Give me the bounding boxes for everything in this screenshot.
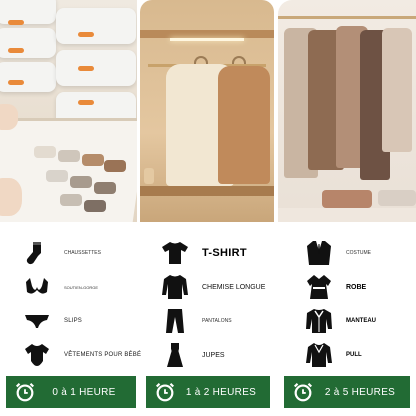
list-item: ROBE bbox=[304, 270, 366, 304]
item-label: ROBE bbox=[346, 283, 367, 291]
list-item: T-SHIRT bbox=[160, 236, 247, 270]
tshirt-icon bbox=[160, 238, 190, 268]
list-item: PANTALONS bbox=[160, 304, 232, 338]
sweater-icon bbox=[304, 340, 334, 370]
trousers-icon bbox=[160, 306, 190, 336]
list-item: JUPES bbox=[160, 338, 225, 372]
list-item: SLIPS bbox=[22, 304, 82, 338]
robe-icon bbox=[304, 272, 334, 302]
list-item: CHAUSSETTES bbox=[22, 236, 101, 270]
wardrobe-photo bbox=[140, 0, 274, 222]
alarm-clock-icon bbox=[12, 379, 38, 405]
sock-icon bbox=[22, 238, 52, 268]
item-label: CHEMISE LONGUE bbox=[202, 283, 266, 291]
time-label: 1 à 2 HEURES bbox=[185, 386, 257, 398]
bra-icon bbox=[22, 272, 52, 302]
long-sleeve-shirt-icon bbox=[160, 272, 190, 302]
time-button-1-2h[interactable]: 1 à 2 HEURES bbox=[146, 376, 270, 408]
item-label: T-SHIRT bbox=[202, 247, 247, 259]
list-item: MANTEAU bbox=[304, 304, 376, 338]
alarm-clock-icon bbox=[290, 379, 316, 405]
item-label: JUPES bbox=[202, 351, 225, 359]
coat-icon bbox=[304, 306, 334, 336]
time-button-2-5h[interactable]: 2 à 5 HEURES bbox=[284, 376, 410, 408]
item-label: VÊTEMENTS POUR BÉBÉ bbox=[64, 352, 142, 358]
time-label: 0 à 1 HEURE bbox=[52, 386, 116, 398]
list-item: COSTUME bbox=[304, 236, 371, 270]
item-label: PULL bbox=[346, 352, 362, 358]
item-label: SLIPS bbox=[64, 318, 83, 324]
item-label: CHAUSSETTES bbox=[64, 250, 101, 256]
closet-photo bbox=[278, 0, 416, 222]
skirt-dress-icon bbox=[160, 340, 190, 370]
list-item: CHEMISE LONGUE bbox=[160, 270, 265, 304]
list-item: VÊTEMENTS POUR BÉBÉ bbox=[22, 338, 141, 372]
briefs-icon bbox=[22, 306, 52, 336]
item-label: SOUTIEN-GORGE bbox=[64, 284, 99, 290]
list-item: PULL bbox=[304, 338, 362, 372]
alarm-clock-icon bbox=[152, 379, 178, 405]
storage-drawers-photo bbox=[0, 0, 137, 222]
item-label: COSTUME bbox=[346, 250, 371, 256]
photo-strip bbox=[0, 0, 416, 222]
time-label: 2 à 5 HEURES bbox=[324, 386, 396, 398]
item-label: MANTEAU bbox=[346, 318, 376, 324]
baby-bodysuit-icon bbox=[22, 340, 52, 370]
time-button-0-1h[interactable]: 0 à 1 HEURE bbox=[6, 376, 136, 408]
suit-icon bbox=[304, 238, 334, 268]
list-item: SOUTIEN-GORGE bbox=[22, 270, 98, 304]
item-label: PANTALONS bbox=[202, 318, 232, 324]
